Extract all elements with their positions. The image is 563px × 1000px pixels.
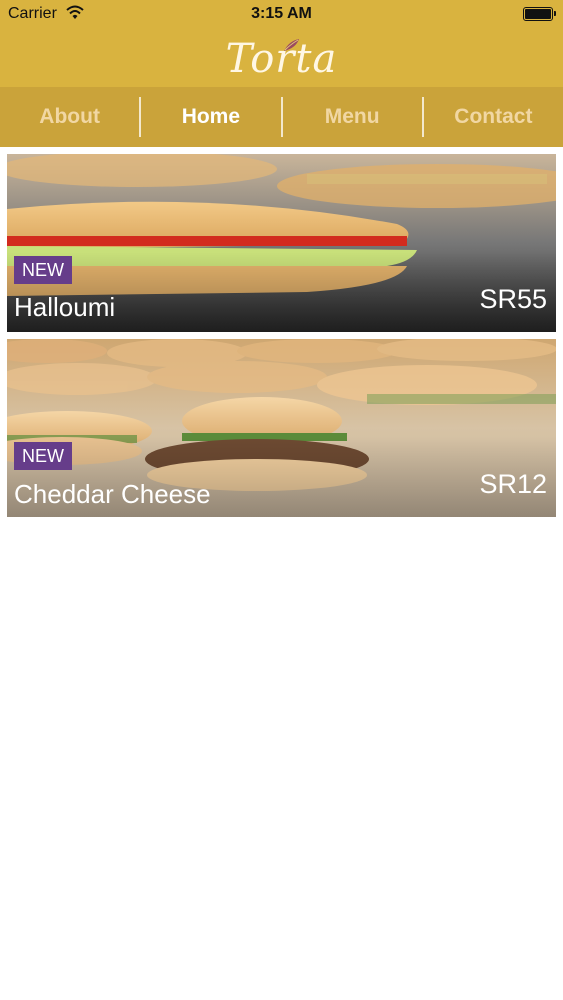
item-price: SR55 xyxy=(479,284,547,314)
nav-divider xyxy=(421,97,424,137)
item-name: Halloumi xyxy=(14,292,116,322)
tab-about[interactable]: About xyxy=(0,87,139,147)
menu-item-card[interactable]: NEW Halloumi SR55 xyxy=(7,154,556,332)
tab-menu[interactable]: Menu xyxy=(283,87,422,147)
nav-divider xyxy=(280,97,283,137)
app-logo: Torta xyxy=(225,36,338,82)
tab-home[interactable]: Home xyxy=(141,87,280,147)
tab-contact[interactable]: Contact xyxy=(424,87,563,147)
battery-icon xyxy=(523,7,556,21)
leaf-icon xyxy=(284,39,299,51)
nav-divider xyxy=(139,97,142,137)
new-badge: NEW xyxy=(14,256,72,284)
new-badge: NEW xyxy=(14,442,72,470)
item-price: SR12 xyxy=(479,469,547,499)
nav-bar: About Home Menu Contact xyxy=(0,87,563,147)
item-name: Cheddar Cheese xyxy=(14,479,211,509)
menu-item-card[interactable]: NEW Cheddar Cheese SR12 xyxy=(7,339,556,517)
app-header: Carrier 3:15 AM Torta xyxy=(0,0,563,87)
status-time: 3:15 AM xyxy=(251,5,312,22)
status-bar: Carrier 3:15 AM xyxy=(0,0,563,30)
